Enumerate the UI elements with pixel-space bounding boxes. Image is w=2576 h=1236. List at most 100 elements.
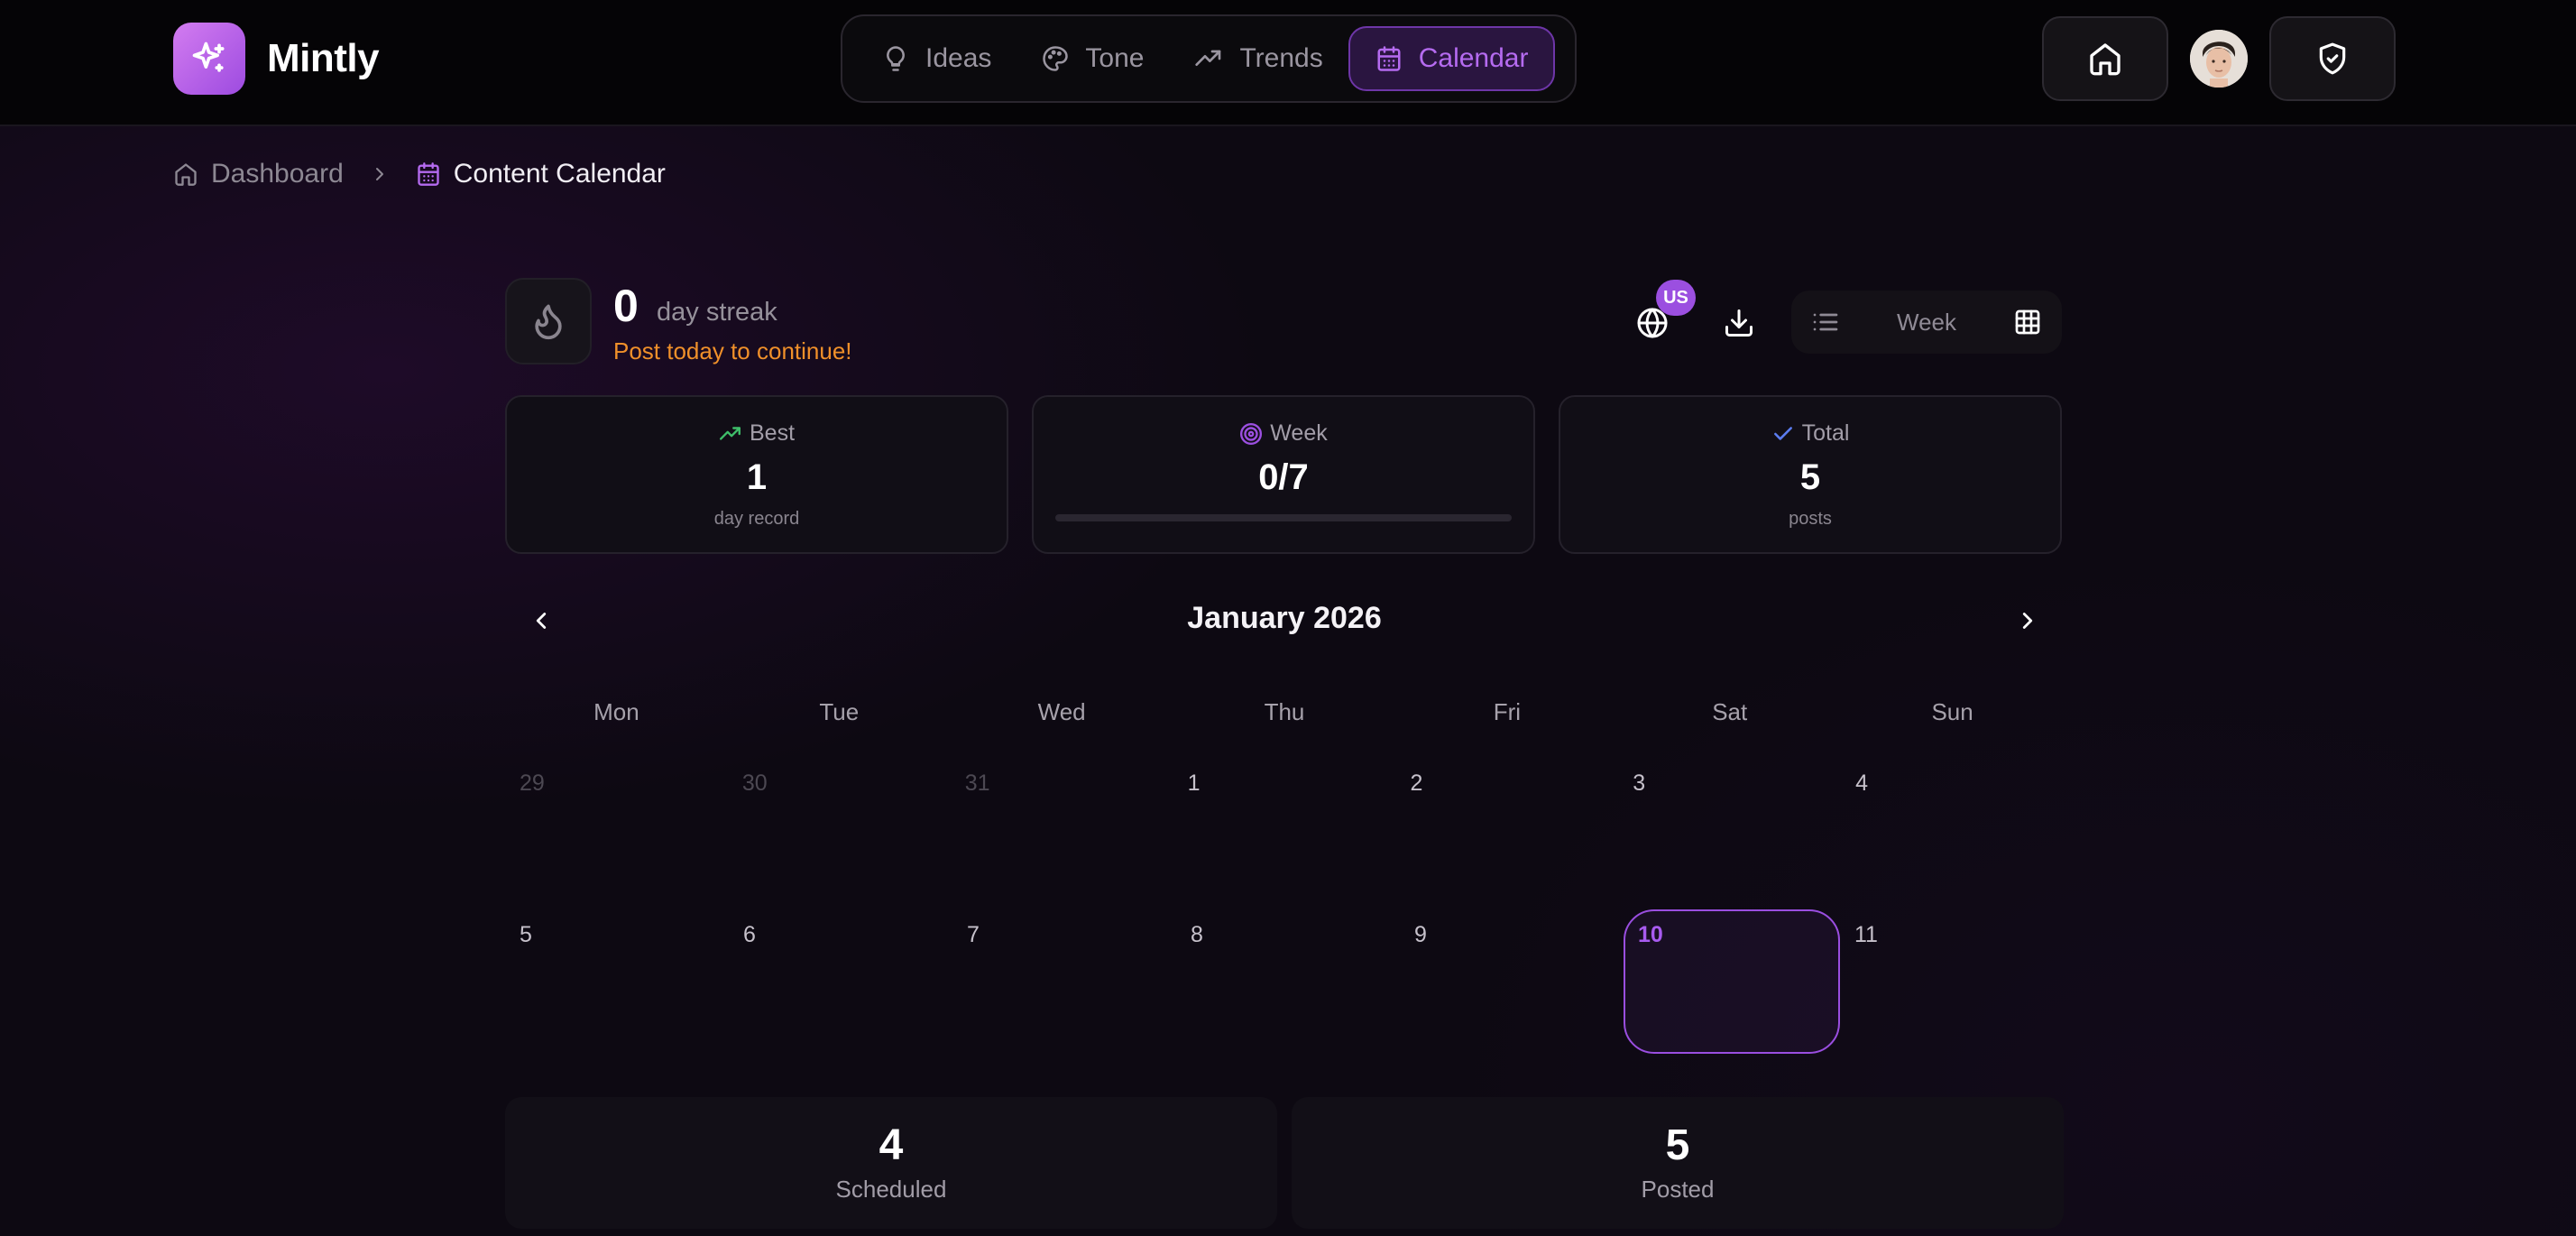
day-number: 1 (1187, 770, 1201, 796)
stat-total-sub: posts (1789, 509, 1832, 529)
top-bar: Mintly Ideas Tone Trends Calendar (0, 0, 2576, 126)
flame-icon (505, 278, 592, 364)
stat-best-value: 1 (746, 457, 768, 497)
calendar-day[interactable]: 7 (952, 909, 1176, 1054)
breadcrumb: Dashboard Content Calendar (173, 159, 666, 189)
region-badge: US (1656, 280, 1696, 316)
nav-ideas[interactable]: Ideas (857, 26, 1017, 91)
home-icon (173, 161, 198, 187)
chevron-right-icon (369, 163, 391, 185)
day-number: 7 (967, 922, 980, 947)
calendar-day[interactable]: 31 (951, 758, 1173, 902)
breadcrumb-current: Content Calendar (416, 159, 666, 189)
breadcrumb-dashboard[interactable]: Dashboard (173, 159, 344, 189)
summary-scheduled: 4 Scheduled (505, 1097, 1277, 1229)
calendar-day[interactable]: 5 (505, 909, 729, 1054)
download-icon (1723, 307, 1755, 339)
main-nav: Ideas Tone Trends Calendar (841, 14, 1577, 103)
streak-label: day streak (657, 298, 777, 327)
day-number: 31 (964, 770, 990, 796)
nav-trends-label: Trends (1239, 43, 1323, 73)
day-number: 3 (1633, 770, 1646, 796)
chevron-right-icon (2014, 607, 2041, 634)
calendar-day[interactable]: 11 (1840, 909, 2064, 1054)
calendar-day[interactable]: 1 (1173, 758, 1396, 902)
stat-week-label: Week (1270, 420, 1328, 446)
prev-month-button[interactable] (520, 599, 563, 642)
calendar-week: 5 6 7 8 9 10 11 (505, 909, 2064, 1061)
calendar-day[interactable]: 9 (1400, 909, 1624, 1054)
nav-calendar[interactable]: Calendar (1348, 26, 1556, 91)
weekday-label: Sat (1712, 698, 1748, 725)
day-number: 2 (1410, 770, 1423, 796)
next-month-button[interactable] (2006, 599, 2049, 642)
week-view-button[interactable]: Week (1897, 309, 1956, 337)
day-number: 29 (520, 770, 545, 796)
calendar-day[interactable]: 3 (1618, 758, 1841, 902)
list-view-button[interactable] (1811, 308, 1840, 337)
brand-name: Mintly (267, 36, 380, 80)
streak-hint: Post today to continue! (613, 337, 852, 364)
weekday-header: Mon Tue Wed Thu Fri Sat Sun (505, 698, 2064, 726)
posted-count: 5 (1665, 1121, 1690, 1169)
home-icon (2087, 41, 2123, 77)
day-number: 9 (1414, 922, 1427, 947)
calendar-icon (416, 161, 441, 187)
nav-ideas-label: Ideas (925, 43, 992, 73)
trending-up-icon (1194, 44, 1223, 73)
calendar-week: 29 30 31 1 2 3 4 (505, 758, 2064, 909)
calendar-day[interactable]: 30 (728, 758, 951, 902)
month-view-button[interactable] (2013, 308, 2042, 337)
stat-week-value: 0/7 (1258, 457, 1309, 497)
calendar-day[interactable]: 8 (1176, 909, 1400, 1054)
calendar-grid: 29 30 31 1 2 3 4 5 6 7 8 9 10 11 (505, 758, 2064, 1061)
calendar-day[interactable]: 4 (1841, 758, 2064, 902)
sparkles-icon (173, 23, 245, 95)
nav-tone-label: Tone (1085, 43, 1145, 73)
weekday-label: Fri (1493, 698, 1522, 725)
home-button[interactable] (2042, 16, 2168, 101)
view-toggle: Week (1791, 291, 2062, 354)
weekday-label: Sun (1931, 698, 1973, 725)
day-number: 11 (1854, 922, 1878, 947)
weekday-label: Mon (593, 698, 639, 725)
brand[interactable]: Mintly (173, 23, 380, 95)
calendar-day[interactable]: 6 (729, 909, 952, 1054)
export-button[interactable] (1714, 298, 1764, 348)
breadcrumb-current-label: Content Calendar (453, 159, 666, 189)
grid-icon (2013, 308, 2042, 337)
scheduled-count: 4 (879, 1121, 904, 1169)
stat-total-label: Total (1801, 420, 1850, 446)
nav-tone[interactable]: Tone (1017, 26, 1169, 91)
day-number: 6 (743, 922, 756, 947)
week-progress-bar (1055, 514, 1512, 521)
calendar-icon (1375, 45, 1403, 72)
summary-posted: 5 Posted (1292, 1097, 2064, 1229)
month-title: January 2026 (1187, 601, 1382, 635)
day-number: 8 (1191, 922, 1203, 947)
nav-calendar-label: Calendar (1418, 43, 1529, 73)
weekday-label: Tue (819, 698, 860, 725)
avatar[interactable] (2190, 30, 2248, 88)
day-number: 30 (741, 770, 768, 796)
shield-check-icon (2315, 42, 2350, 76)
calendar-day-today[interactable]: 10 (1624, 909, 1840, 1054)
stat-best-sub: day record (713, 509, 800, 529)
stat-best-label: Best (749, 420, 796, 446)
palette-icon (1042, 45, 1069, 72)
breadcrumb-dashboard-label: Dashboard (211, 159, 344, 189)
day-number: 5 (520, 922, 532, 947)
streak-count: 0 (613, 281, 639, 331)
scheduled-label: Scheduled (835, 1176, 947, 1203)
stat-total: Total 5 posts (1559, 395, 2062, 554)
target-icon (1239, 422, 1263, 446)
calendar-day[interactable]: 29 (505, 758, 728, 902)
security-button[interactable] (2269, 16, 2396, 101)
nav-trends[interactable]: Trends (1169, 26, 1348, 91)
posted-label: Posted (1641, 1176, 1715, 1203)
day-number: 4 (1855, 770, 1869, 796)
list-icon (1811, 308, 1840, 337)
day-number: 10 (1638, 922, 1663, 947)
calendar-day[interactable]: 2 (1395, 758, 1618, 902)
check-icon (1771, 422, 1795, 446)
